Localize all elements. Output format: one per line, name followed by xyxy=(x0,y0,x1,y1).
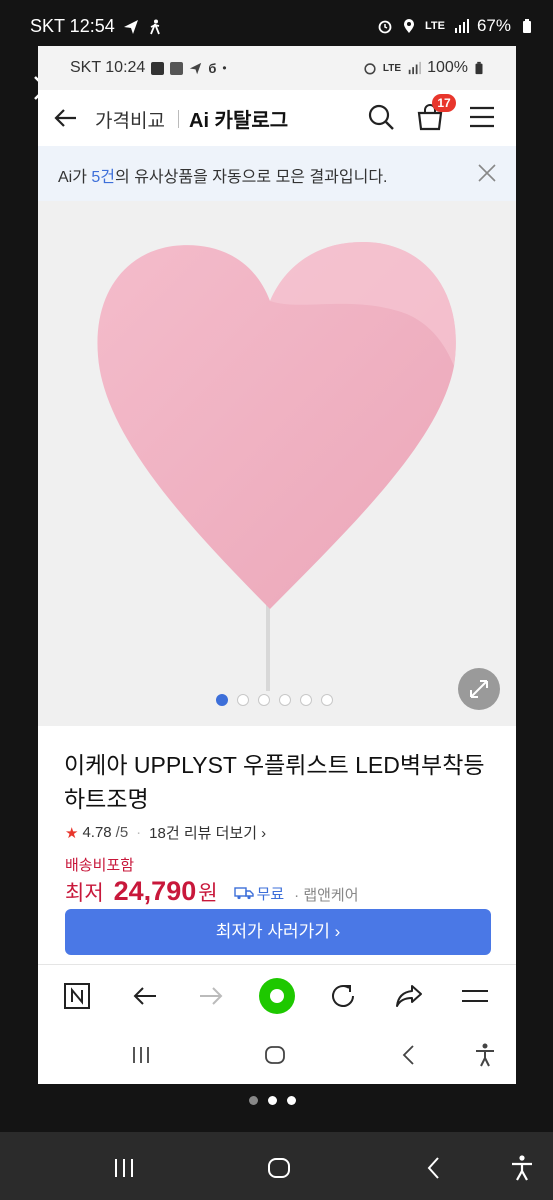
page-dot xyxy=(287,1096,296,1105)
app-header: 가격비교 Ai 카탈로그 17 xyxy=(38,90,516,146)
ai-notice-banner: Ai가 5건의 유사상품을 자동으로 모은 결과입니다. xyxy=(38,146,516,201)
walking-icon xyxy=(149,19,160,34)
naver-home-icon[interactable] xyxy=(62,981,92,1011)
seller-name[interactable]: · 랩앤케어 xyxy=(294,884,358,905)
back-arrow-icon[interactable] xyxy=(52,104,80,132)
green-dot-icon[interactable] xyxy=(258,977,296,1015)
signal-icon xyxy=(454,19,469,33)
accessibility-icon[interactable] xyxy=(508,1154,536,1182)
review-more-link[interactable]: 18건 리뷰 더보기 › xyxy=(149,822,266,843)
youtube-icon xyxy=(151,61,165,75)
screenshot-page-indicator xyxy=(249,1096,296,1105)
home-icon[interactable] xyxy=(265,1154,293,1182)
signal-icon xyxy=(408,61,422,75)
b-icon: б xyxy=(208,60,217,76)
back-icon[interactable] xyxy=(130,981,160,1011)
battery-icon xyxy=(523,19,531,33)
product-image xyxy=(97,242,456,691)
close-banner-icon[interactable] xyxy=(476,162,498,184)
send-icon xyxy=(123,19,138,34)
send-icon xyxy=(190,62,202,74)
inner-status-bar: SKT 10:24 б • LTE 100% xyxy=(38,46,516,90)
more-dot-icon: • xyxy=(222,61,227,75)
breadcrumb-price-compare[interactable]: 가격비교 xyxy=(95,106,165,133)
lowest-price: 24,790 xyxy=(113,876,197,906)
gallery-dot[interactable] xyxy=(258,694,270,706)
breadcrumb-divider xyxy=(178,110,179,128)
shipping-included-label: 배송비포함 xyxy=(65,857,135,874)
inner-status-time: SKT 10:24 xyxy=(70,59,146,76)
browser-toolbar xyxy=(38,964,516,1026)
outer-network-type: LTE xyxy=(425,20,445,32)
rating-max: /5 xyxy=(115,824,129,841)
product-title: 이케아 UPPLYST 우플뤼스트 LED벽부착등 하트조명 xyxy=(64,752,485,812)
inner-battery-level: 100% xyxy=(427,59,468,76)
alarm-icon xyxy=(364,63,376,75)
page-dot xyxy=(268,1096,277,1105)
ai-notice-count: 5건 xyxy=(91,169,116,186)
gallery-pagination[interactable] xyxy=(216,694,333,706)
battery-icon xyxy=(475,61,483,75)
menu-icon[interactable] xyxy=(468,104,496,130)
share-icon[interactable] xyxy=(394,981,424,1011)
truck-icon xyxy=(233,887,254,900)
inner-network-type: LTE xyxy=(382,62,402,74)
recent-apps-icon[interactable] xyxy=(110,1154,138,1182)
dot-separator: · xyxy=(136,824,142,841)
gallery-dot[interactable] xyxy=(279,694,291,706)
page-dot xyxy=(249,1096,258,1105)
refresh-icon[interactable] xyxy=(328,981,358,1011)
ai-notice-suffix: 의 유사상품을 자동으로 모은 결과입니다. xyxy=(115,169,388,186)
nav-back-icon[interactable] xyxy=(396,1042,422,1068)
ai-notice-text: Ai가 5건의 유사상품을 자동으로 모은 결과입니다. xyxy=(58,163,388,187)
nav-back-icon[interactable] xyxy=(420,1154,448,1182)
price-row: 최저 24,790 원 무료 · 랩앤케어 xyxy=(65,876,359,907)
outer-battery-level: 67% xyxy=(476,16,511,35)
expand-icon xyxy=(470,680,488,698)
hamburger-menu-icon[interactable] xyxy=(460,981,490,1011)
location-icon xyxy=(404,19,414,33)
free-shipping: 무료 xyxy=(233,883,285,904)
gallery-dot[interactable] xyxy=(237,694,249,706)
gallery-dot[interactable] xyxy=(216,694,228,706)
free-shipping-label: 무료 xyxy=(256,885,285,903)
breadcrumb-ai-catalog[interactable]: Ai 카탈로그 xyxy=(189,104,288,133)
product-info: 이케아 UPPLYST 우플뤼스트 LED벽부착등 하트조명 ★ 4.78 /5… xyxy=(38,726,516,976)
outer-status-time: SKT 12:54 xyxy=(30,16,115,36)
outer-status-bar: SKT 12:54 LTE 67% xyxy=(0,0,553,52)
recent-apps-icon[interactable] xyxy=(128,1042,154,1068)
outer-system-nav xyxy=(0,1132,553,1200)
screenshot-preview: SKT 10:24 б • LTE 100% 가격비교 Ai 카탈로그 17 A… xyxy=(38,46,516,1084)
accessibility-icon[interactable] xyxy=(472,1042,498,1068)
star-icon: ★ xyxy=(65,824,79,842)
gallery-dot[interactable] xyxy=(321,694,333,706)
buy-lowest-price-button[interactable]: 최저가 사러가기 › xyxy=(65,909,491,955)
price-prefix: 최저 xyxy=(65,882,104,905)
product-image-gallery[interactable] xyxy=(38,201,516,726)
forward-icon[interactable] xyxy=(196,981,226,1011)
home-icon[interactable] xyxy=(262,1042,288,1068)
rating-row: ★ 4.78 /5 · 18건 리뷰 더보기 › xyxy=(65,822,266,843)
inner-system-nav xyxy=(38,1026,516,1084)
ai-notice-prefix: Ai가 xyxy=(58,169,92,186)
cart-count-badge: 17 xyxy=(432,94,456,112)
gallery-icon xyxy=(170,61,184,75)
rating-score: 4.78 xyxy=(82,824,112,841)
alarm-icon xyxy=(378,20,392,34)
gallery-dot[interactable] xyxy=(300,694,312,706)
search-icon[interactable] xyxy=(366,102,396,132)
expand-image-button[interactable] xyxy=(458,668,500,710)
price-currency: 원 xyxy=(198,882,218,905)
